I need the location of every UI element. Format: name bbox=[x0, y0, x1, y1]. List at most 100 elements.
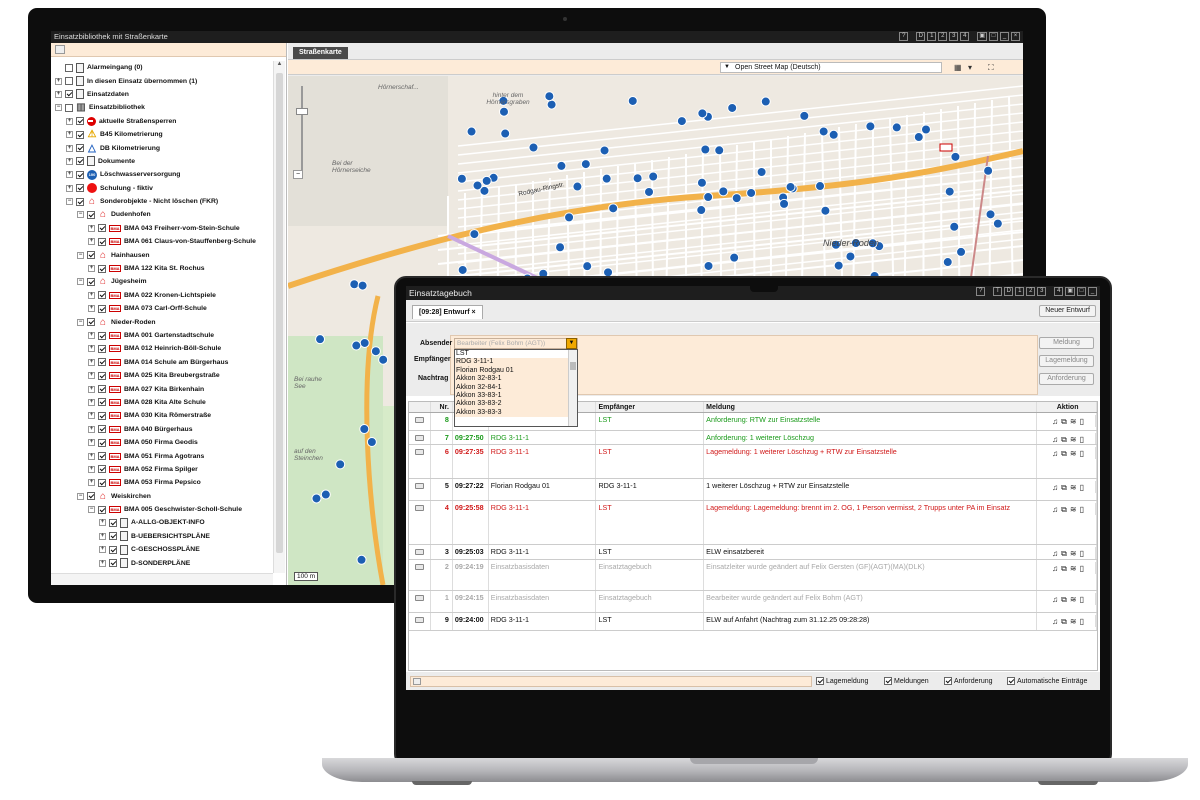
tree-item[interactable]: + In diesen Einsatz übernommen (1) bbox=[51, 74, 273, 87]
tree-item[interactable]: + BMA BMA 051 Firma Agotrans bbox=[51, 449, 273, 462]
expand-icon[interactable]: + bbox=[88, 305, 95, 313]
checkbox[interactable] bbox=[884, 677, 892, 685]
expand-icon[interactable]: + bbox=[99, 559, 106, 567]
table-row[interactable]: 3 09:25:03 RDG 3-11-1 LST ELW einsatzbereit ♫… bbox=[409, 545, 1097, 560]
window-button[interactable]: T bbox=[993, 287, 1003, 296]
tree-checkbox[interactable] bbox=[65, 90, 73, 99]
collapse-icon[interactable]: − bbox=[77, 251, 84, 259]
filter-icon[interactable]: ≋ bbox=[1070, 564, 1077, 574]
tree-checkbox[interactable] bbox=[98, 304, 106, 313]
copy-icon[interactable]: ⧉ bbox=[1061, 564, 1067, 574]
delete-icon[interactable]: ▯ bbox=[1080, 417, 1084, 427]
table-row[interactable]: 1 09:24:15 Einsatzbasisdaten Einsatztagebuc… bbox=[409, 591, 1097, 613]
bell-icon[interactable]: ♫ bbox=[1052, 449, 1058, 459]
tree-checkbox[interactable] bbox=[109, 518, 117, 527]
tree-checkbox[interactable] bbox=[76, 170, 84, 179]
tree-checkbox[interactable] bbox=[98, 425, 106, 434]
column-header[interactable]: Meldung bbox=[704, 402, 1038, 412]
window-button[interactable]: ▣ bbox=[977, 32, 987, 41]
filter-icon[interactable]: ≋ bbox=[1070, 595, 1077, 605]
bell-icon[interactable]: ♫ bbox=[1052, 435, 1058, 444]
meldung-button[interactable]: Meldung bbox=[1039, 337, 1094, 349]
tree-item[interactable]: + BMA BMA 014 Schule am Bürgerhaus bbox=[51, 356, 273, 369]
tree-checkbox[interactable] bbox=[98, 237, 106, 246]
window-button[interactable]: 2 bbox=[1026, 287, 1036, 296]
bell-icon[interactable]: ♫ bbox=[1052, 564, 1058, 574]
bell-icon[interactable]: ♫ bbox=[1052, 505, 1058, 515]
zoom-knob[interactable] bbox=[296, 108, 308, 115]
tree-horizontal-scrollbar[interactable] bbox=[51, 573, 273, 585]
expand-icon[interactable]: + bbox=[88, 439, 95, 447]
zoom-slider[interactable] bbox=[296, 86, 308, 176]
tree-item[interactable]: + BMA BMA 061 Claus-von-Stauffenberg-Schul… bbox=[51, 235, 273, 248]
delete-icon[interactable]: ▯ bbox=[1080, 505, 1084, 515]
bell-icon[interactable]: ♫ bbox=[1052, 595, 1058, 605]
filter-meldungen[interactable]: Meldungen bbox=[884, 677, 929, 685]
window-button[interactable]: × bbox=[1011, 32, 1020, 41]
window-button[interactable]: 1 bbox=[1015, 287, 1025, 296]
tree-checkbox[interactable] bbox=[87, 277, 95, 286]
expand-icon[interactable]: + bbox=[88, 479, 95, 487]
dropdown-scrollbar[interactable] bbox=[568, 350, 577, 426]
tree-checkbox[interactable] bbox=[98, 385, 106, 394]
fullscreen-icon[interactable]: ⛶ bbox=[988, 62, 994, 73]
library-filter-bar[interactable] bbox=[51, 43, 286, 57]
tree-checkbox[interactable] bbox=[76, 157, 84, 166]
expand-icon[interactable]: + bbox=[88, 372, 95, 380]
delete-icon[interactable]: ▯ bbox=[1080, 595, 1084, 605]
filter-icon[interactable]: ≋ bbox=[1070, 449, 1077, 459]
tree-checkbox[interactable] bbox=[98, 371, 106, 380]
dropdown-option[interactable]: Akkon 32-84-1 bbox=[455, 383, 577, 392]
tree-item[interactable]: + △ DB Kilometrierung bbox=[51, 141, 273, 154]
dropdown-option[interactable]: LST bbox=[455, 350, 577, 359]
table-row[interactable]: 5 09:27:22 Florian Rodgau 01 RDG 3-11-1 1 we… bbox=[409, 479, 1097, 501]
tab-strassenkarte[interactable]: Straßenkarte bbox=[293, 47, 348, 59]
tree-checkbox[interactable] bbox=[76, 144, 84, 153]
collapse-icon[interactable]: − bbox=[77, 278, 84, 286]
tree-checkbox[interactable] bbox=[76, 197, 84, 206]
tree-checkbox[interactable] bbox=[87, 318, 95, 327]
map-layers-icon[interactable]: ▦ bbox=[954, 62, 962, 73]
delete-icon[interactable]: ▯ bbox=[1080, 483, 1084, 493]
tree-item[interactable]: − ⌂ Sonderobjekte - Nicht löschen (FKR) bbox=[51, 195, 273, 208]
tab-entwurf[interactable]: [09:28] Entwurf × bbox=[412, 305, 483, 319]
tree-item[interactable]: − ⌂ Dudenhofen bbox=[51, 208, 273, 221]
filter-anforderung[interactable]: Anforderung bbox=[944, 677, 993, 685]
expand-icon[interactable]: + bbox=[66, 144, 73, 152]
filter-icon[interactable]: ≋ bbox=[1070, 483, 1077, 493]
tree-checkbox[interactable] bbox=[98, 411, 106, 420]
tree-item[interactable]: + B-UEBERSICHTSPLÄNE bbox=[51, 530, 273, 543]
window-button[interactable]: □ bbox=[1077, 287, 1086, 296]
tree-item[interactable]: − ⌂ Hainhausen bbox=[51, 248, 273, 261]
collapse-icon[interactable]: − bbox=[66, 198, 73, 206]
tree-item[interactable]: + BMA BMA 001 Gartenstadtschule bbox=[51, 329, 273, 342]
expand-icon[interactable]: + bbox=[88, 345, 95, 353]
tree-item[interactable]: + BMA BMA 052 Firma Spilger bbox=[51, 463, 273, 476]
tree-checkbox[interactable] bbox=[98, 291, 106, 300]
filter-icon[interactable]: ≋ bbox=[1070, 549, 1077, 559]
expand-icon[interactable]: + bbox=[99, 519, 106, 527]
dropdown-option[interactable]: RDG 3-11-1 bbox=[455, 358, 577, 367]
expand-icon[interactable]: + bbox=[66, 117, 73, 125]
copy-icon[interactable]: ⧉ bbox=[1061, 435, 1067, 444]
checkbox[interactable] bbox=[944, 677, 952, 685]
footer-search-input[interactable] bbox=[410, 676, 812, 687]
window-button[interactable]: 2 bbox=[938, 32, 948, 41]
window-button[interactable]: _ bbox=[1000, 32, 1009, 41]
copy-icon[interactable]: ⧉ bbox=[1061, 549, 1067, 559]
tree-checkbox[interactable] bbox=[98, 438, 106, 447]
window-button[interactable]: 4 bbox=[1054, 287, 1064, 296]
tree-item[interactable]: + BMA BMA 028 Kita Alte Schule bbox=[51, 396, 273, 409]
tree-item[interactable]: + BMA BMA 025 Kita Breubergstraße bbox=[51, 369, 273, 382]
delete-icon[interactable]: ▯ bbox=[1080, 617, 1084, 627]
table-row[interactable]: 7 09:27:50 RDG 3-11-1 Anforderung: 1 weiter… bbox=[409, 431, 1097, 445]
window-button[interactable]: _ bbox=[1088, 287, 1097, 296]
collapse-icon[interactable]: − bbox=[55, 104, 62, 112]
tree-item[interactable]: + BMA BMA 043 Freiherr-vom-Stein-Schule bbox=[51, 222, 273, 235]
tree-checkbox[interactable] bbox=[109, 545, 117, 554]
tree-checkbox[interactable] bbox=[109, 532, 117, 541]
bell-icon[interactable]: ♫ bbox=[1052, 483, 1058, 493]
chevron-down-icon[interactable]: ▼ bbox=[566, 338, 577, 349]
tree-checkbox[interactable] bbox=[65, 103, 73, 112]
table-row[interactable]: 9 09:24:00 RDG 3-11-1 LST ELW auf Anfahrt (N… bbox=[409, 613, 1097, 631]
